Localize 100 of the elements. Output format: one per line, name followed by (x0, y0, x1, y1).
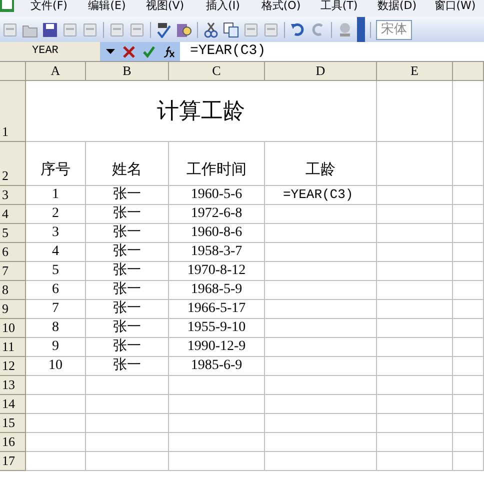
font-field[interactable]: 宋体 (376, 20, 412, 40)
row-header[interactable]: 13 (0, 376, 26, 395)
empty-cell[interactable] (377, 319, 453, 338)
menu-item[interactable]: 工具(T) (310, 0, 368, 11)
empty-cell[interactable] (265, 205, 377, 224)
empty-cell[interactable] (377, 224, 453, 243)
empty-cell[interactable] (377, 205, 453, 224)
name-box[interactable]: YEAR (0, 42, 100, 61)
empty-cell[interactable] (86, 414, 169, 433)
empty-cell[interactable] (453, 376, 484, 395)
row-header[interactable]: 4 (0, 205, 26, 224)
row-header[interactable]: 1 (0, 81, 26, 142)
formula-field[interactable]: =YEAR(C3) (180, 42, 484, 61)
row-header[interactable]: 9 (0, 300, 26, 319)
empty-cell[interactable] (453, 281, 484, 300)
empty-cell[interactable] (453, 414, 484, 433)
empty-cell[interactable] (377, 142, 453, 186)
empty-cell[interactable] (377, 433, 453, 452)
empty-cell[interactable] (453, 452, 484, 471)
row-header[interactable]: 8 (0, 281, 26, 300)
empty-cell[interactable] (377, 452, 453, 471)
row-header[interactable]: 12 (0, 357, 26, 376)
row-header[interactable]: 2 (0, 142, 26, 186)
row-header[interactable]: 3 (0, 186, 26, 205)
empty-cell[interactable] (377, 300, 453, 319)
empty-cell[interactable] (265, 319, 377, 338)
row-header[interactable]: 5 (0, 224, 26, 243)
empty-cell[interactable] (169, 414, 265, 433)
menu-item[interactable]: 文件(F) (20, 0, 78, 11)
spreadsheet-icon[interactable] (0, 0, 14, 12)
row-header[interactable]: 15 (0, 414, 26, 433)
empty-cell[interactable] (265, 414, 377, 433)
empty-cell[interactable] (377, 281, 453, 300)
empty-cell[interactable] (453, 243, 484, 262)
empty-cell[interactable] (265, 224, 377, 243)
undo-icon[interactable] (290, 22, 306, 38)
menu-item[interactable]: 编辑(E) (78, 0, 136, 11)
empty-cell[interactable] (265, 357, 377, 376)
menu-item[interactable]: 插入(I) (194, 0, 252, 11)
empty-cell[interactable] (453, 142, 484, 186)
row-header[interactable]: 6 (0, 243, 26, 262)
menu-item[interactable]: 窗口(W) (426, 0, 484, 11)
column-header[interactable]: C (169, 62, 265, 81)
empty-cell[interactable] (86, 433, 169, 452)
cancel-icon[interactable] (123, 46, 135, 58)
cut-icon[interactable] (203, 22, 219, 38)
toolbar-options-button[interactable] (357, 17, 365, 42)
empty-cell[interactable] (453, 262, 484, 281)
empty-cell[interactable] (169, 433, 265, 452)
row-header[interactable]: 7 (0, 262, 26, 281)
empty-cell[interactable] (453, 319, 484, 338)
empty-cell[interactable] (377, 338, 453, 357)
empty-cell[interactable] (265, 376, 377, 395)
empty-cell[interactable] (377, 262, 453, 281)
empty-cell[interactable] (169, 376, 265, 395)
function-icon[interactable] (163, 46, 175, 58)
empty-cell[interactable] (377, 357, 453, 376)
empty-cell[interactable] (377, 186, 453, 205)
column-header[interactable] (453, 62, 484, 81)
empty-cell[interactable] (453, 186, 484, 205)
row-header[interactable]: 17 (0, 452, 26, 471)
empty-cell[interactable] (453, 224, 484, 243)
menu-item[interactable]: 格式(O) (252, 0, 310, 11)
empty-cell[interactable] (86, 452, 169, 471)
empty-cell[interactable] (265, 395, 377, 414)
menu-item[interactable]: 数据(D) (368, 0, 426, 11)
select-all-corner[interactable] (0, 62, 26, 81)
empty-cell[interactable] (453, 300, 484, 319)
dropdown-caret-icon[interactable] (106, 49, 115, 54)
empty-cell[interactable] (86, 376, 169, 395)
row-header[interactable]: 14 (0, 395, 26, 414)
save-icon[interactable] (42, 22, 58, 38)
empty-cell[interactable] (265, 262, 377, 281)
empty-cell[interactable] (377, 376, 453, 395)
research-icon[interactable] (176, 22, 192, 38)
spelling-icon[interactable] (156, 22, 172, 38)
checkmark-icon[interactable] (143, 46, 155, 58)
copy-icon[interactable] (223, 22, 239, 38)
empty-cell[interactable] (265, 300, 377, 319)
row-header[interactable]: 11 (0, 338, 26, 357)
column-header[interactable]: B (86, 62, 169, 81)
empty-cell[interactable] (265, 281, 377, 300)
menu-item[interactable]: 视图(V) (136, 0, 194, 11)
empty-cell[interactable] (377, 414, 453, 433)
empty-cell[interactable] (377, 243, 453, 262)
column-header[interactable]: E (377, 62, 453, 81)
empty-cell[interactable] (453, 357, 484, 376)
empty-cell[interactable] (453, 338, 484, 357)
empty-cell[interactable] (265, 452, 377, 471)
column-header[interactable]: D (265, 62, 377, 81)
empty-cell[interactable] (265, 433, 377, 452)
empty-cell[interactable] (265, 243, 377, 262)
cell-editor[interactable]: =YEAR(C3) (265, 186, 377, 205)
empty-cell[interactable] (169, 395, 265, 414)
row-header[interactable]: 16 (0, 433, 26, 452)
empty-cell[interactable] (453, 395, 484, 414)
empty-cell[interactable] (86, 395, 169, 414)
empty-cell[interactable] (377, 81, 453, 142)
empty-cell[interactable] (453, 433, 484, 452)
row-header[interactable]: 10 (0, 319, 26, 338)
